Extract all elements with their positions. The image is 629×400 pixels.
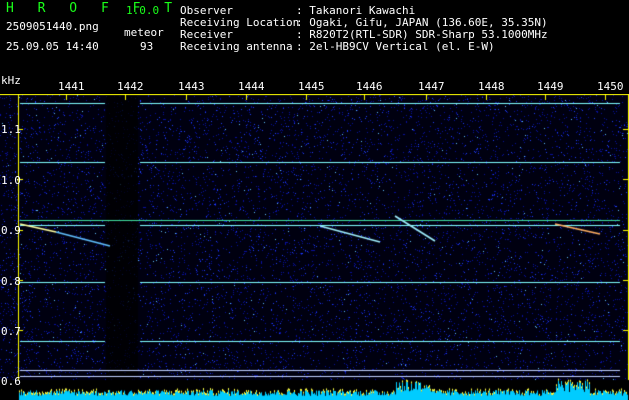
y-tick-label: 0.6 [1,375,21,388]
x-tick-label: 1448 [478,80,505,93]
x-tick-label: 1450 [597,80,624,93]
y-tick-label: 0.7 [1,325,21,338]
antenna-label: Receiving antenna [180,40,293,53]
filename-label: 2509051440.png [6,20,99,33]
x-tick-label: 1449 [537,80,564,93]
x-axis: 1441 1442 1443 1444 1445 1446 1447 1448 … [0,76,629,94]
x-tick-label: 1441 [58,80,85,93]
y-tick-label: 1.1 [1,123,21,136]
x-tick-label: 1446 [356,80,383,93]
meteor-label: meteor [124,26,164,39]
y-tick-label: 1.0 [1,174,21,187]
y-tick-label: 0.9 [1,224,21,237]
y-tick-label: 0.8 [1,275,21,288]
version-label: 1.0.0 [126,4,160,17]
x-tick-label: 1447 [418,80,445,93]
datetime-label: 25.09.05 14:40 [6,40,99,53]
x-tick-label: 1442 [117,80,144,93]
hroft-window: H R O F F T 1.0.0 2509051440.png meteor … [0,0,629,400]
x-tick-label: 1445 [298,80,325,93]
x-tick-label: 1444 [238,80,265,93]
waterfall-spectrogram [0,94,629,400]
antenna-value: : 2el-HB9CV Vertical (el. E-W) [296,40,495,53]
x-tick-label: 1443 [178,80,205,93]
meteor-count: 93 [140,40,154,53]
header-panel: H R O F F T 1.0.0 2509051440.png meteor … [0,0,629,58]
